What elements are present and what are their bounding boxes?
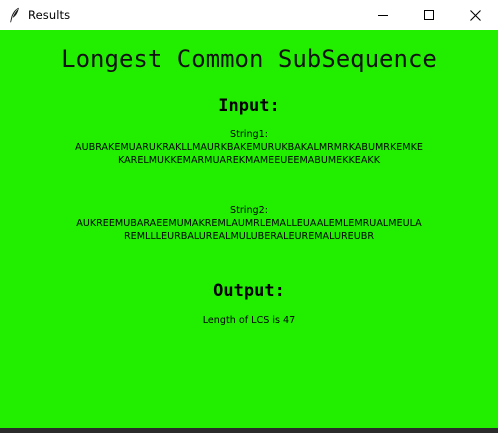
lcs-result: Length of LCS is 47 [202,315,296,326]
close-icon [469,9,481,21]
maximize-icon [424,10,434,20]
title-bar[interactable]: Results [0,0,498,30]
minimize-icon [378,10,388,20]
string2-value: AUKREEMUBARAEEMUMAKREMLAUMRLEMALLEUAALEM… [76,218,422,242]
maximize-button[interactable] [406,0,452,30]
minimize-button[interactable] [360,0,406,30]
results-panel: Longest Common SubSequence Input: String… [0,30,498,428]
results-window: Results Longest Common SubSequence Input… [0,0,498,433]
feather-icon [8,7,20,23]
taskbar-edge [0,428,498,433]
output-heading: Output: [213,281,285,301]
string2-label: String2: [230,205,268,216]
page-title: Longest Common SubSequence [61,45,437,73]
input-heading: Input: [218,96,280,116]
window-title: Results [28,8,71,22]
string1-label: String1: [230,129,268,140]
close-button[interactable] [452,0,498,30]
string1-value: AUBRAKEMUARUKRAKLLMAURKBAKEMURUKBAKALMRM… [75,142,423,166]
